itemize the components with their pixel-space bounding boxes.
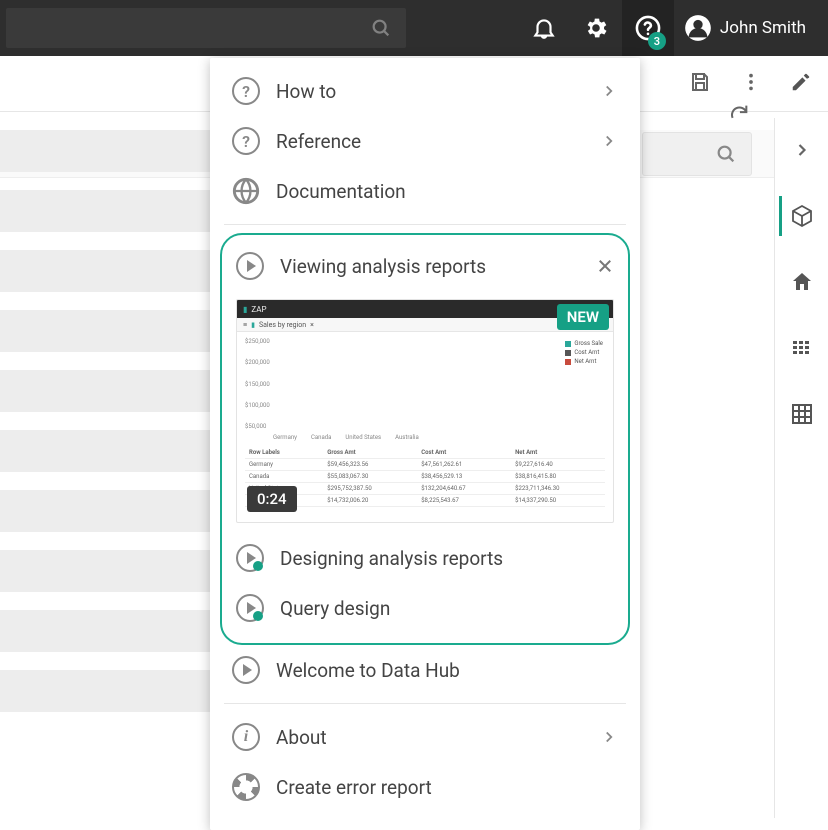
- tutorial-label: Designing analysis reports: [280, 547, 503, 570]
- help-item-label: Create error report: [276, 776, 432, 799]
- user-name-label: John Smith: [720, 18, 806, 38]
- global-search-input[interactable]: [6, 8, 406, 48]
- grid-icon: [790, 402, 814, 426]
- right-side-rail: [774, 118, 828, 818]
- new-badge: NEW: [557, 304, 609, 330]
- tutorial-viewing-reports[interactable]: Viewing analysis reports: [222, 241, 628, 291]
- tutorial-thumbnail[interactable]: ▮ ZAP ≡ ▮ Sales by region × Gross Sale C…: [236, 299, 614, 523]
- thumbnail-categories: Germany Canada United States Australia: [245, 434, 605, 441]
- refresh-icon: [728, 102, 750, 124]
- list-item: [0, 250, 210, 292]
- thumbnail-chart: $250,000 $200,000 $150,000 $100,000 $50,…: [245, 338, 605, 430]
- tutorial-label: Viewing analysis reports: [280, 255, 486, 278]
- bell-icon: [531, 15, 557, 41]
- list-item: [0, 310, 210, 352]
- help-item-label: Reference: [276, 130, 361, 153]
- tutorial-query-design[interactable]: Query design: [222, 583, 628, 633]
- cube-icon: [790, 204, 814, 228]
- list-item: [0, 130, 210, 172]
- tutorial-designing-reports[interactable]: Designing analysis reports: [222, 533, 628, 583]
- play-icon: [236, 544, 264, 572]
- rail-columns-button[interactable]: [782, 328, 822, 368]
- refresh-button[interactable]: [728, 102, 750, 128]
- thumbnail-data-table: Row Labels Gross Amt Cost Amt Net Amt Ge…: [245, 447, 605, 507]
- help-item-about[interactable]: i About: [210, 712, 640, 762]
- menu-separator: [224, 703, 626, 704]
- save-button[interactable]: [688, 70, 712, 98]
- rail-expand-button[interactable]: [782, 130, 822, 170]
- play-icon: [236, 594, 264, 622]
- help-item-documentation[interactable]: Documentation: [210, 166, 640, 216]
- help-item-error-report[interactable]: Create error report: [210, 762, 640, 812]
- info-icon: i: [232, 723, 260, 751]
- columns-icon: [790, 336, 814, 360]
- save-icon: [688, 70, 712, 94]
- rail-grid-button[interactable]: [782, 394, 822, 434]
- list-item: [0, 430, 210, 472]
- rail-cube-button[interactable]: [782, 196, 822, 236]
- pencil-icon: [790, 71, 812, 93]
- help-item-label: About: [276, 726, 327, 749]
- chevron-right-icon: [600, 82, 618, 100]
- question-icon: ?: [232, 127, 260, 155]
- top-app-bar: 3 John Smith: [0, 0, 828, 56]
- featured-tutorials-group: Viewing analysis reports ▮ ZAP ≡ ▮ Sales…: [220, 233, 630, 645]
- tutorial-label: Query design: [280, 597, 390, 620]
- help-item-howto[interactable]: ? How to: [210, 66, 640, 116]
- question-icon: ?: [232, 77, 260, 105]
- search-icon: [370, 17, 392, 39]
- background-list: [0, 130, 210, 730]
- new-dot-indicator: [253, 611, 263, 621]
- more-options-button[interactable]: [740, 71, 762, 97]
- home-icon: [790, 270, 814, 294]
- help-notification-badge: 3: [648, 32, 666, 50]
- avatar-icon: [684, 14, 712, 42]
- rail-home-button[interactable]: [782, 262, 822, 302]
- list-item: [0, 610, 210, 652]
- chevron-right-icon: [600, 132, 618, 150]
- thumbnail-app-label: ZAP: [251, 305, 266, 314]
- help-item-label: Documentation: [276, 180, 406, 203]
- content-search-input[interactable]: [642, 132, 752, 176]
- vertical-dots-icon: [740, 71, 762, 93]
- tutorial-label: Welcome to Data Hub: [276, 659, 460, 682]
- video-duration-badge: 0:24: [247, 486, 297, 512]
- help-dropdown-panel: ? How to ? Reference Documentation Viewi…: [210, 58, 640, 830]
- lifesaver-icon: [232, 773, 260, 801]
- user-menu[interactable]: John Smith: [674, 14, 816, 42]
- edit-button[interactable]: [790, 71, 812, 97]
- help-item-label: How to: [276, 80, 336, 103]
- list-item: [0, 490, 210, 532]
- help-button[interactable]: 3: [622, 0, 674, 56]
- close-icon[interactable]: [596, 257, 614, 275]
- globe-icon: [232, 177, 260, 205]
- chevron-right-icon: [600, 728, 618, 746]
- search-icon: [715, 143, 737, 165]
- list-item: [0, 670, 210, 712]
- play-icon: [232, 656, 260, 684]
- gear-icon: [583, 15, 609, 41]
- thumbnail-tab-label: Sales by region: [259, 321, 306, 329]
- chevron-right-icon: [792, 140, 812, 160]
- settings-button[interactable]: [570, 0, 622, 56]
- list-item: [0, 550, 210, 592]
- help-item-reference[interactable]: ? Reference: [210, 116, 640, 166]
- tutorial-welcome[interactable]: Welcome to Data Hub: [210, 645, 640, 695]
- new-dot-indicator: [253, 561, 263, 571]
- list-item: [0, 190, 210, 232]
- play-icon: [236, 252, 264, 280]
- menu-separator: [224, 224, 626, 225]
- list-item: [0, 370, 210, 412]
- notifications-button[interactable]: [518, 0, 570, 56]
